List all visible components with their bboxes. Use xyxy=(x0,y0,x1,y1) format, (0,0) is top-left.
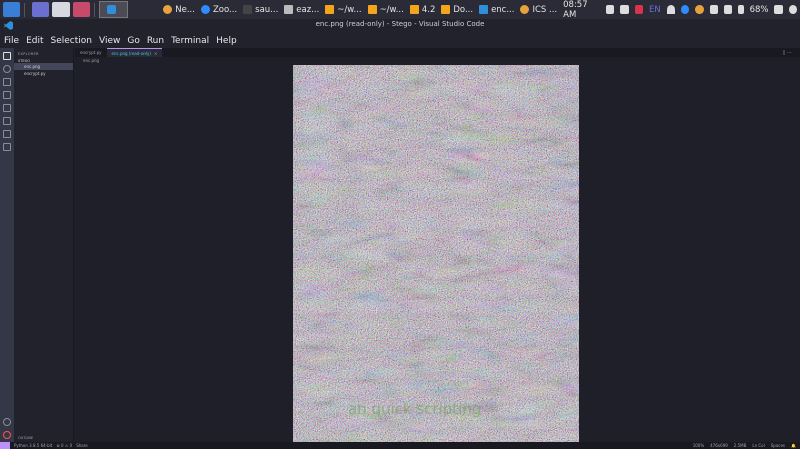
taskbar-app[interactable]: 4.2 xyxy=(407,1,439,18)
taskbar-app[interactable]: ~/w... xyxy=(365,1,407,18)
taskbar-app[interactable]: Do... xyxy=(438,1,476,18)
desktop-icon[interactable] xyxy=(32,2,50,17)
menu-view[interactable]: View xyxy=(99,36,120,46)
remote-indicator-icon[interactable] xyxy=(0,442,10,449)
sublime-icon xyxy=(325,5,335,14)
keyboard-language[interactable]: EN xyxy=(649,5,661,15)
account-icon[interactable] xyxy=(3,418,11,426)
zoom-tray-icon[interactable] xyxy=(681,5,690,14)
zoom-icon xyxy=(200,5,210,14)
taskbar-app[interactable]: Zoo... xyxy=(198,1,240,18)
close-tab-icon[interactable]: × xyxy=(154,49,157,58)
terminal-icon xyxy=(243,5,253,14)
status-bar: Python 3.8.5 64-bit ⊗ 0 ⚠ 0 Share 100% 4… xyxy=(0,442,800,449)
outline-section[interactable]: OUTLINE xyxy=(18,436,33,440)
file-label: encrypt.py xyxy=(24,71,46,76)
source-control-icon[interactable] xyxy=(3,78,11,86)
display-icon[interactable] xyxy=(620,5,629,14)
chrome-tray-icon[interactable] xyxy=(695,5,704,14)
python-interpreter[interactable]: Python 3.8.5 64-bit xyxy=(14,443,52,448)
volume-icon[interactable] xyxy=(709,5,718,14)
printer-icon[interactable] xyxy=(606,5,615,14)
editor-tabs: encrypt.py enc.png (read-only) × xyxy=(75,48,800,57)
taskbar-app[interactable]: Ne... xyxy=(160,1,198,18)
pdf-icon[interactable] xyxy=(634,5,643,14)
explorer-icon[interactable] xyxy=(3,52,11,60)
taskbar-separator xyxy=(93,2,95,17)
testing-icon[interactable] xyxy=(3,130,11,138)
file-label: enc.png xyxy=(24,64,41,69)
screenshot-icon[interactable] xyxy=(72,2,90,17)
menu-terminal[interactable]: Terminal xyxy=(171,36,209,46)
cursor-position[interactable]: Ln Col xyxy=(752,443,764,448)
clock: 08:57 AM xyxy=(563,0,588,20)
vscode-icon xyxy=(107,5,117,14)
file-size: 2.5MB xyxy=(733,443,747,448)
sublime-icon xyxy=(441,5,451,14)
menu-selection[interactable]: Selection xyxy=(51,36,92,46)
indentation[interactable]: Spaces xyxy=(771,443,785,448)
workspace-section[interactable]: STEGO xyxy=(14,56,73,63)
notifications-bell-icon[interactable]: 🔔 xyxy=(791,443,796,448)
breadcrumb[interactable]: enc.png xyxy=(75,57,99,64)
taskbar-app[interactable]: enc... xyxy=(476,1,517,18)
image-dimensions: 476x699 xyxy=(710,443,728,448)
sublime-icon xyxy=(367,5,377,14)
more-actions-icon[interactable]: ⋯ xyxy=(787,50,792,56)
file-item-encrypt-py[interactable]: encrypt.py xyxy=(14,70,73,77)
tab-enc-png[interactable]: enc.png (read-only) × xyxy=(106,48,163,58)
window-titlebar: enc.png (read-only) - Stego - Visual Stu… xyxy=(0,19,800,33)
docker-icon[interactable] xyxy=(3,143,11,151)
manage-gear-icon[interactable] xyxy=(3,431,11,439)
menu-file[interactable]: File xyxy=(4,36,19,46)
os-taskbar: Ne... Zoo... sau... eaz... ~/w... ~/w...… xyxy=(0,0,800,20)
menu-edit[interactable]: Edit xyxy=(26,36,43,46)
lock-icon[interactable] xyxy=(774,5,783,14)
search-icon[interactable] xyxy=(3,65,11,73)
window-icon xyxy=(284,5,294,14)
explorer-sidebar: EXPLORER STEGO enc.png encrypt.py OUTLIN… xyxy=(14,48,74,442)
taskbar-separator xyxy=(24,2,26,17)
system-tray: 08:57 AM EN 68% xyxy=(560,0,800,20)
menu-run[interactable]: Run xyxy=(147,36,164,46)
split-editor-icon[interactable]: ▯ xyxy=(783,50,786,56)
menu-help[interactable]: Help xyxy=(216,36,237,46)
editor-actions: ▯ ⋯ xyxy=(783,50,792,56)
live-share[interactable]: Share xyxy=(76,443,88,448)
problems-count[interactable]: ⊗ 0 ⚠ 0 xyxy=(56,443,72,448)
encrypted-image xyxy=(293,65,579,442)
battery-icon[interactable] xyxy=(738,5,744,14)
window-title: enc.png (read-only) - Stego - Visual Stu… xyxy=(315,20,485,28)
power-icon[interactable] xyxy=(788,5,798,14)
vscode-task-button[interactable] xyxy=(98,1,128,18)
taskbar-app[interactable]: ICS ... xyxy=(517,1,560,18)
sidebar-header: EXPLORER xyxy=(18,52,39,56)
start-menu-icon[interactable] xyxy=(3,2,21,17)
taskbar-app[interactable]: eaz... xyxy=(281,1,322,18)
files-icon[interactable] xyxy=(52,2,70,17)
zoom-level[interactable]: 100% xyxy=(693,443,704,448)
menu-go[interactable]: Go xyxy=(127,36,139,46)
run-debug-icon[interactable] xyxy=(3,91,11,99)
sublime-icon xyxy=(409,5,419,14)
wifi-icon[interactable] xyxy=(666,5,675,14)
extensions-icon[interactable] xyxy=(3,117,11,125)
image-preview xyxy=(293,65,579,442)
activity-bar xyxy=(0,48,14,442)
taskbar-app[interactable]: ~/w... xyxy=(322,1,364,18)
file-item-enc-png[interactable]: enc.png xyxy=(14,63,73,70)
battery-percent: 68% xyxy=(749,4,769,15)
chrome-icon xyxy=(520,5,530,14)
tab-encrypt-py[interactable]: encrypt.py xyxy=(75,48,107,57)
vscode-icon xyxy=(479,5,489,14)
chrome-icon xyxy=(163,5,173,14)
notifications-icon[interactable] xyxy=(723,5,733,14)
menu-bar: File Edit Selection View Go Run Terminal… xyxy=(0,33,800,48)
taskbar-app[interactable]: sau... xyxy=(240,1,281,18)
remote-explorer-icon[interactable] xyxy=(3,104,11,112)
